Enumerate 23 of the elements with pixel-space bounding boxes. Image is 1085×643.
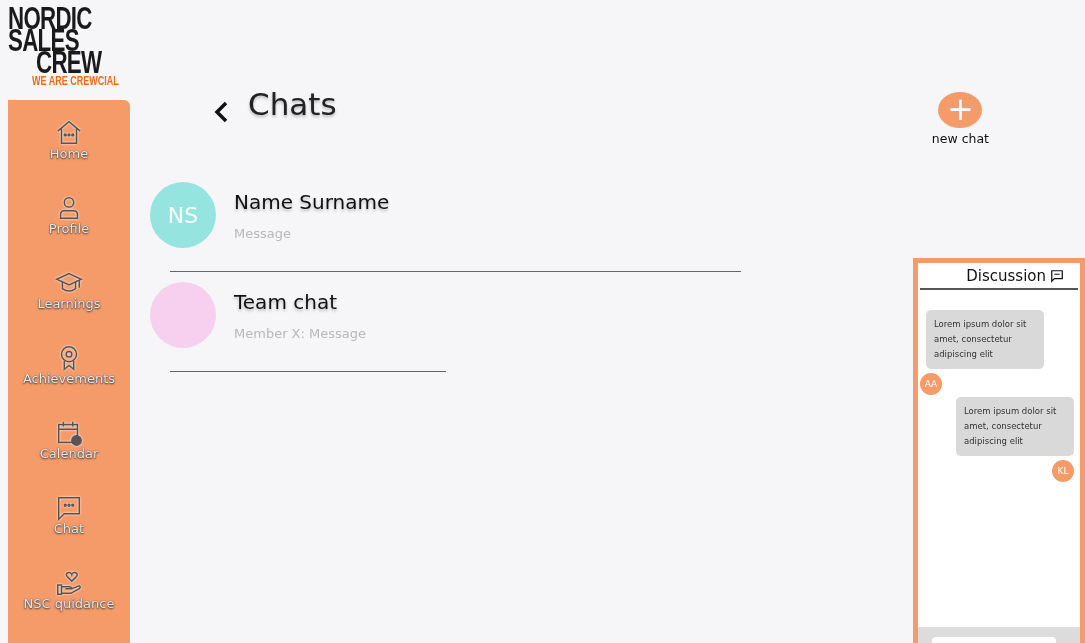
page-title: Chats: [248, 86, 338, 122]
sidebar-item[interactable]: Learnings: [37, 268, 101, 343]
message-bubble: Lorem ipsum dolor sit amet, consectetur adipiscing elit: [956, 397, 1074, 456]
logo-text: SALES: [8, 30, 79, 52]
sidebar-item[interactable]: Profile: [48, 193, 90, 268]
logo-text: NORDIC: [8, 8, 92, 30]
logo-tagline: WE ARE CREWCIAL: [32, 75, 119, 87]
new-chat-button[interactable]: +: [938, 92, 983, 128]
comment-icon: [1050, 269, 1064, 283]
sidebar-item[interactable]: Home: [49, 118, 89, 193]
new-chat-label: new chat: [931, 131, 989, 146]
conversation-row[interactable]: NS Name Surname Message: [130, 182, 913, 271]
sidebar-item[interactable]: Calendar: [39, 418, 99, 493]
sidebar-item[interactable]: Chat: [53, 493, 85, 568]
sidebar-item[interactable]: NSC quidance: [23, 568, 115, 643]
avatar: AA: [920, 373, 942, 395]
conversation-row[interactable]: Team chat Member X: Message: [130, 282, 913, 371]
logo-text: CREW: [36, 52, 102, 74]
panel-title: Discussion: [966, 267, 1046, 285]
avatar: KL: [1052, 460, 1074, 482]
message-bubble: Lorem ipsum dolor sit amet, consectetur adipiscing elit: [926, 310, 1044, 369]
sidebar-item[interactable]: Achievements: [22, 343, 116, 418]
avatar: NS: [150, 182, 216, 248]
